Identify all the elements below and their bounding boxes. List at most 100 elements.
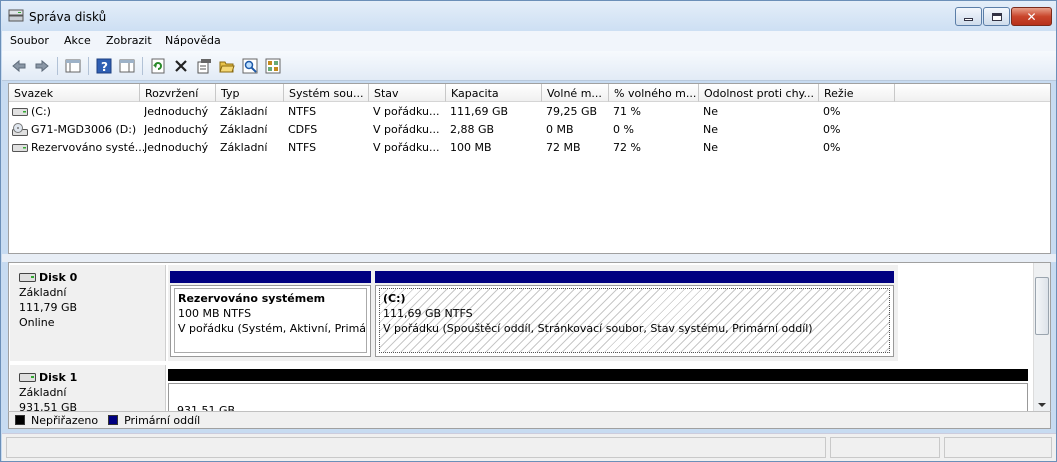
menu-napoveda[interactable]: Nápověda (165, 34, 221, 47)
column-header-procent-volneho-mista[interactable]: % volného m... (609, 84, 699, 102)
forward-arrow-icon[interactable] (34, 58, 50, 74)
cell-volume: G71-MGD3006 (D:) (31, 123, 137, 136)
column-header-svazek[interactable]: Svazek (9, 84, 140, 102)
column-header-system-souboru[interactable]: Systém sou... (284, 84, 369, 102)
window-title: Správa disků (29, 10, 107, 24)
properties-icon[interactable] (196, 58, 212, 74)
column-header-stav[interactable]: Stav (369, 84, 446, 102)
cell-capacity: 100 MB (450, 141, 492, 154)
partition-title: (C:) (383, 292, 406, 305)
disk-1-label[interactable]: Disk 1 Základní 931,51 GB (10, 365, 166, 411)
column-header-typ[interactable]: Typ (216, 84, 284, 102)
refresh-icon[interactable] (150, 58, 166, 74)
cell-status: V pořádku... (373, 105, 440, 118)
cell-filesystem: NTFS (288, 141, 317, 154)
cell-fault-tolerance: Ne (703, 141, 718, 154)
cell-free-space: 0 MB (546, 123, 574, 136)
legend: Nepřiřazeno Primární oddíl (8, 411, 1051, 429)
disk-map: Disk 0 Základní 111,79 GB Online Rezervo… (8, 262, 1051, 412)
partition-size-fs: 100 MB NTFS (178, 307, 252, 320)
status-pane (830, 437, 940, 458)
cell-free-percent: 71 % (613, 105, 641, 118)
help-icon[interactable]: ? (96, 58, 112, 74)
unallocated-bar (168, 369, 1028, 381)
disk-0-label[interactable]: Disk 0 Základní 111,79 GB Online (10, 265, 166, 361)
open-folder-icon[interactable] (219, 58, 235, 74)
cell-filesystem: CDFS (288, 123, 318, 136)
cell-status: V pořádku... (373, 141, 440, 154)
cell-overhead: 0% (823, 105, 841, 118)
partition-disk-1[interactable]: 931,51 GB (168, 369, 1028, 411)
column-header-filler (895, 84, 1050, 102)
cell-free-space: 72 MB (546, 141, 581, 154)
cell-status: V pořádku... (373, 123, 440, 136)
delete-icon[interactable] (173, 58, 189, 74)
cell-overhead: 0% (823, 123, 841, 136)
cell-capacity: 2,88 GB (450, 123, 495, 136)
maximize-button[interactable] (983, 7, 1010, 26)
disk-0-partitions: Rezervováno systémem 100 MB NTFS V pořád… (168, 265, 898, 361)
disk-1-name: Disk 1 (19, 370, 165, 385)
table-row[interactable]: (C:) Jednoduchý Základní NTFS V pořádku.… (9, 103, 1050, 120)
cell-fault-tolerance: Ne (703, 123, 718, 136)
partition-status: V pořádku (Spouštěcí oddíl, Stránkovací … (383, 322, 813, 335)
legend-unallocated-label: Nepřiřazeno (31, 413, 99, 427)
column-header-volne-misto[interactable]: Volné m... (542, 84, 609, 102)
legend-primary-swatch (108, 415, 119, 425)
console-tree-icon[interactable] (65, 58, 81, 74)
cell-volume: Rezervováno systé... (31, 141, 146, 154)
close-button[interactable]: ✕ (1011, 7, 1052, 26)
legend-primary-label: Primární oddíl (124, 413, 201, 427)
properties-pane-icon[interactable] (119, 58, 135, 74)
drive-icon (12, 108, 28, 116)
disk-0-status: Online (19, 316, 55, 329)
volume-list: Svazek Rozvržení Typ Systém sou... Stav … (8, 83, 1051, 254)
minimize-button[interactable] (955, 7, 982, 26)
pane-splitter[interactable] (2, 254, 1056, 262)
column-header-odolnost[interactable]: Odolnost proti chy... (699, 84, 819, 102)
column-header-rozvrzeni[interactable]: Rozvržení (140, 84, 216, 102)
disk-0-size: 111,79 GB (19, 301, 78, 314)
cell-layout: Jednoduchý (144, 141, 209, 154)
cell-free-space: 79,25 GB (546, 105, 598, 118)
column-header-rezie[interactable]: Režie (819, 84, 895, 102)
cell-type: Základní (220, 123, 268, 136)
title-bar[interactable]: Správa disků ✕ (1, 1, 1056, 31)
cell-type: Základní (220, 141, 268, 154)
disk-0-name-text: Disk 0 (39, 271, 78, 284)
disk-icon (19, 273, 36, 282)
back-arrow-icon[interactable] (11, 58, 27, 74)
disk-icon (19, 373, 36, 382)
scrollbar-thumb[interactable] (1035, 277, 1049, 335)
maximize-icon (991, 12, 1002, 21)
menu-bar: Soubor Akce Zobrazit Nápověda (2, 31, 1056, 51)
cell-overhead: 0% (823, 141, 841, 154)
explore-icon[interactable] (242, 58, 258, 74)
cd-drive-icon (12, 123, 28, 136)
action-pane-icon[interactable] (265, 58, 281, 74)
menu-zobrazit[interactable]: Zobrazit (106, 34, 152, 47)
cell-volume: (C:) (31, 105, 51, 118)
toolbar-separator (57, 57, 58, 75)
cell-free-percent: 72 % (613, 141, 641, 154)
cell-layout: Jednoduchý (144, 105, 209, 118)
column-header-kapacita[interactable]: Kapacita (446, 84, 542, 102)
table-row[interactable]: G71-MGD3006 (D:) Jednoduchý Základní CDF… (9, 121, 1050, 138)
menu-akce[interactable]: Akce (64, 34, 91, 47)
partition-c[interactable]: (C:) 111,69 GB NTFS V pořádku (Spouštěcí… (375, 271, 894, 357)
partition-c-body: (C:) 111,69 GB NTFS V pořádku (Spouštěcí… (379, 288, 890, 353)
table-row[interactable]: Rezervováno systé... Jednoduchý Základní… (9, 139, 1050, 156)
partition-status: V pořádku (Systém, Aktivní, Primárn (178, 322, 367, 335)
cell-fault-tolerance: Ne (703, 105, 718, 118)
status-pane (6, 437, 826, 458)
cell-capacity: 111,69 GB (450, 105, 509, 118)
menu-soubor[interactable]: Soubor (10, 34, 49, 47)
partition-system-reserved[interactable]: Rezervováno systémem 100 MB NTFS V pořád… (170, 271, 371, 357)
primary-partition-bar (375, 271, 894, 283)
legend-unallocated-swatch (15, 415, 25, 425)
status-pane (944, 437, 1052, 458)
scroll-down-icon[interactable] (1038, 403, 1046, 407)
toolbar: ? (2, 51, 1056, 81)
disk-map-scrollbar[interactable] (1033, 263, 1050, 411)
drive-icon (12, 144, 28, 152)
